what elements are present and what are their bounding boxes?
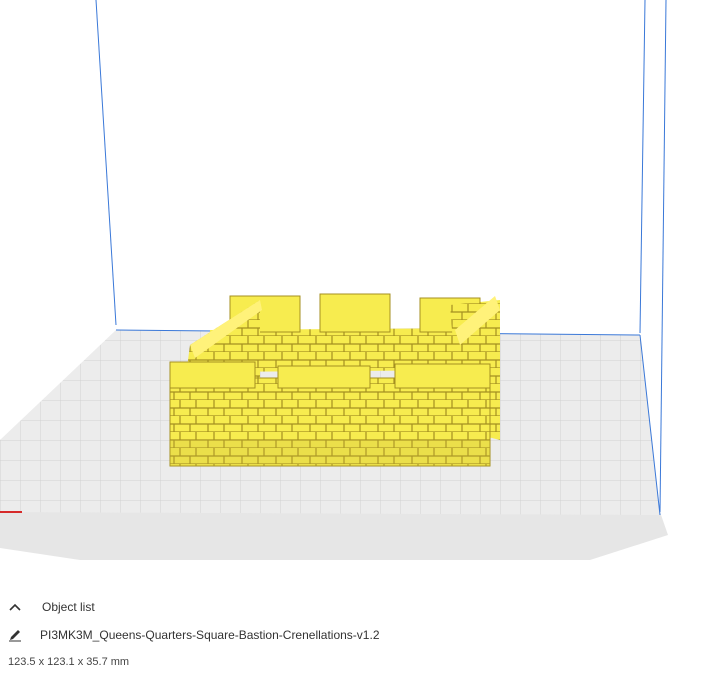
- scene-svg: [0, 0, 668, 560]
- object-list-label: Object list: [42, 600, 95, 614]
- object-name: PI3MK3M_Queens-Quarters-Square-Bastion-C…: [40, 628, 380, 642]
- object-dimensions-row: 123.5 x 123.1 x 35.7 mm: [8, 654, 129, 670]
- pencil-icon[interactable]: [8, 628, 22, 642]
- 3d-viewport[interactable]: [0, 0, 724, 590]
- object-dimensions: 123.5 x 123.1 x 35.7 mm: [8, 656, 130, 668]
- chevron-up-icon[interactable]: [8, 600, 22, 614]
- object-name-row[interactable]: PI3MK3M_Queens-Quarters-Square-Bastion-C…: [8, 626, 380, 644]
- model-bastion: [169, 293, 500, 467]
- build-volume-edge-left: [95, 0, 117, 326]
- object-info-panel: Object list PI3MK3M_Queens-Quarters-Squa…: [0, 590, 724, 673]
- object-list-toggle[interactable]: Object list: [8, 598, 95, 616]
- build-plate-underside: [0, 512, 668, 560]
- build-volume-edge-far-right: [659, 0, 667, 513]
- build-volume-edge-right: [639, 0, 646, 334]
